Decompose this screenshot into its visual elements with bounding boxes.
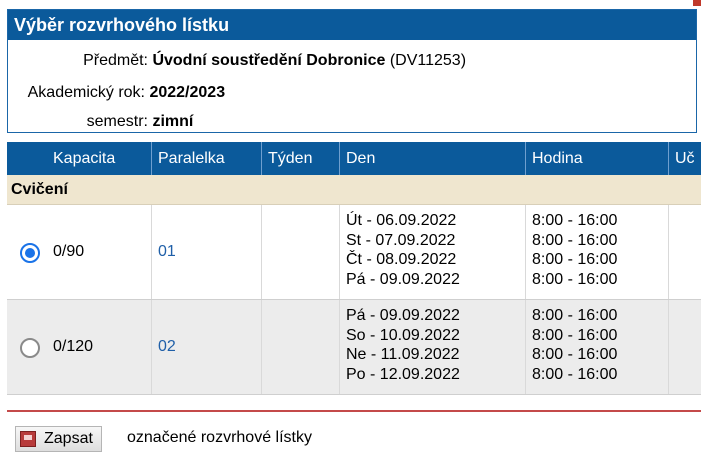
semester-row: semestr: zimní bbox=[8, 113, 194, 131]
subject-label: Předmět: bbox=[83, 52, 148, 69]
parallel-link[interactable]: 02 bbox=[151, 300, 261, 394]
day-line: Po - 12.09.2022 bbox=[346, 365, 460, 383]
capacity-cell: 0/120 bbox=[53, 338, 94, 355]
hour-line: 8:00 - 16:00 bbox=[532, 212, 618, 229]
hour-line: 8:00 - 16:00 bbox=[532, 346, 618, 363]
row-radio-selected[interactable] bbox=[20, 243, 40, 263]
day-line: St - 07.09.2022 bbox=[346, 231, 456, 249]
row-radio[interactable] bbox=[20, 338, 40, 358]
day-line: Čt - 08.09.2022 bbox=[346, 251, 457, 268]
col-select bbox=[7, 142, 47, 175]
col-capacity: Kapacita bbox=[53, 150, 116, 167]
week-cell bbox=[261, 300, 339, 394]
table-row[interactable]: 0/120 02 Pá - 09.09.2022 So - 10.09.2022… bbox=[7, 300, 701, 395]
save-icon bbox=[20, 431, 36, 447]
subject-row: Předmět: Úvodní soustředění Dobronice (D… bbox=[8, 52, 466, 70]
schedule-table: Kapacita Paralelka Týden Den Hodina Uč C… bbox=[7, 142, 701, 395]
hour-line: 8:00 - 16:00 bbox=[532, 365, 618, 383]
hour-line: 8:00 - 16:00 bbox=[532, 270, 618, 288]
action-footer: Zapsat označené rozvrhové lístky bbox=[7, 410, 701, 452]
col-teacher: Uč bbox=[668, 142, 701, 175]
panel-title: Výběr rozvrhového lístku bbox=[8, 10, 696, 40]
hour-line: 8:00 - 16:00 bbox=[532, 307, 618, 324]
academic-year-value: 2022/2023 bbox=[149, 84, 226, 101]
subject-name: Úvodní soustředění Dobronice bbox=[152, 52, 386, 69]
schedule-selection-panel: Výběr rozvrhového lístku Předmět: Úvodní… bbox=[7, 9, 697, 133]
col-hour: Hodina bbox=[525, 142, 668, 175]
teacher-cell bbox=[668, 205, 701, 299]
teacher-cell bbox=[668, 300, 701, 394]
semester-label: semestr: bbox=[86, 113, 148, 130]
day-cell: Út - 06.09.2022 St - 07.09.2022 Čt - 08.… bbox=[339, 205, 525, 299]
week-cell bbox=[261, 205, 339, 299]
hour-cell: 8:00 - 16:00 8:00 - 16:00 8:00 - 16:00 8… bbox=[525, 300, 668, 394]
hour-line: 8:00 - 16:00 bbox=[532, 326, 618, 344]
day-line: Ne - 11.09.2022 bbox=[346, 346, 460, 363]
col-day: Den bbox=[339, 142, 525, 175]
corner-mark bbox=[693, 0, 701, 6]
enroll-button[interactable]: Zapsat bbox=[15, 426, 102, 452]
parallel-link[interactable]: 01 bbox=[151, 205, 261, 299]
col-parallel: Paralelka bbox=[151, 142, 261, 175]
day-line: Pá - 09.09.2022 bbox=[346, 307, 460, 324]
hour-cell: 8:00 - 16:00 8:00 - 16:00 8:00 - 16:00 8… bbox=[525, 205, 668, 299]
day-line: Pá - 09.09.2022 bbox=[346, 270, 460, 288]
section-label: Cvičení bbox=[7, 175, 701, 205]
day-cell: Pá - 09.09.2022 So - 10.09.2022 Ne - 11.… bbox=[339, 300, 525, 394]
semester-value: zimní bbox=[152, 113, 194, 130]
academic-year-row: Akademický rok: 2022/2023 bbox=[5, 84, 225, 102]
top-strip bbox=[0, 0, 701, 8]
hour-line: 8:00 - 16:00 bbox=[532, 251, 618, 268]
subject-code: (DV11253) bbox=[389, 52, 467, 69]
day-line: So - 10.09.2022 bbox=[346, 326, 460, 344]
enroll-button-label: Zapsat bbox=[44, 430, 93, 447]
col-week: Týden bbox=[261, 142, 339, 175]
academic-year-label: Akademický rok: bbox=[27, 84, 145, 101]
hour-line: 8:00 - 16:00 bbox=[532, 231, 618, 249]
table-row[interactable]: 0/90 01 Út - 06.09.2022 St - 07.09.2022 … bbox=[7, 205, 701, 300]
table-header: Kapacita Paralelka Týden Den Hodina Uč bbox=[7, 142, 701, 175]
footer-text: označené rozvrhové lístky bbox=[127, 429, 312, 446]
capacity-cell: 0/90 bbox=[53, 243, 85, 260]
day-line: Út - 06.09.2022 bbox=[346, 212, 457, 229]
